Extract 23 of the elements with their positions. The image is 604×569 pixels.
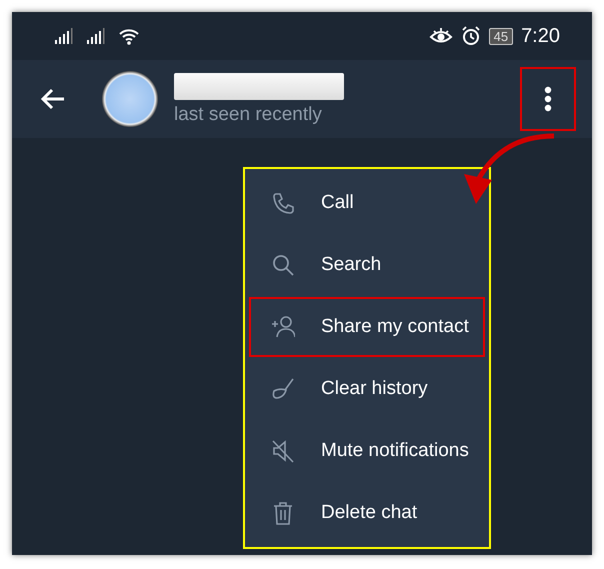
last-seen-status: last seen recently xyxy=(174,104,323,126)
menu-item[interactable]: Delete chat xyxy=(249,483,485,543)
trash-icon xyxy=(271,501,295,525)
eye-icon xyxy=(428,27,453,45)
phone-icon xyxy=(271,191,295,215)
battery-level: 45 xyxy=(488,28,514,44)
more-icon xyxy=(544,86,552,112)
clock-time: 7:20 xyxy=(521,24,560,48)
add-person-icon xyxy=(271,315,295,339)
menu-item[interactable]: Call xyxy=(249,173,485,233)
alarm-icon xyxy=(460,26,481,46)
more-options-button[interactable] xyxy=(520,67,576,131)
menu-item[interactable]: Clear history xyxy=(249,359,485,419)
wifi-icon xyxy=(118,27,140,45)
broom-icon xyxy=(271,377,295,401)
menu-item[interactable]: Mute notifications xyxy=(249,421,485,481)
menu-item[interactable]: Share my contact xyxy=(249,297,485,357)
back-arrow-icon xyxy=(40,88,66,110)
search-icon xyxy=(271,253,295,277)
mute-icon xyxy=(271,439,295,463)
menu-item[interactable]: Search xyxy=(249,235,485,295)
signal-icon xyxy=(86,28,106,44)
signal-icon xyxy=(54,28,74,44)
